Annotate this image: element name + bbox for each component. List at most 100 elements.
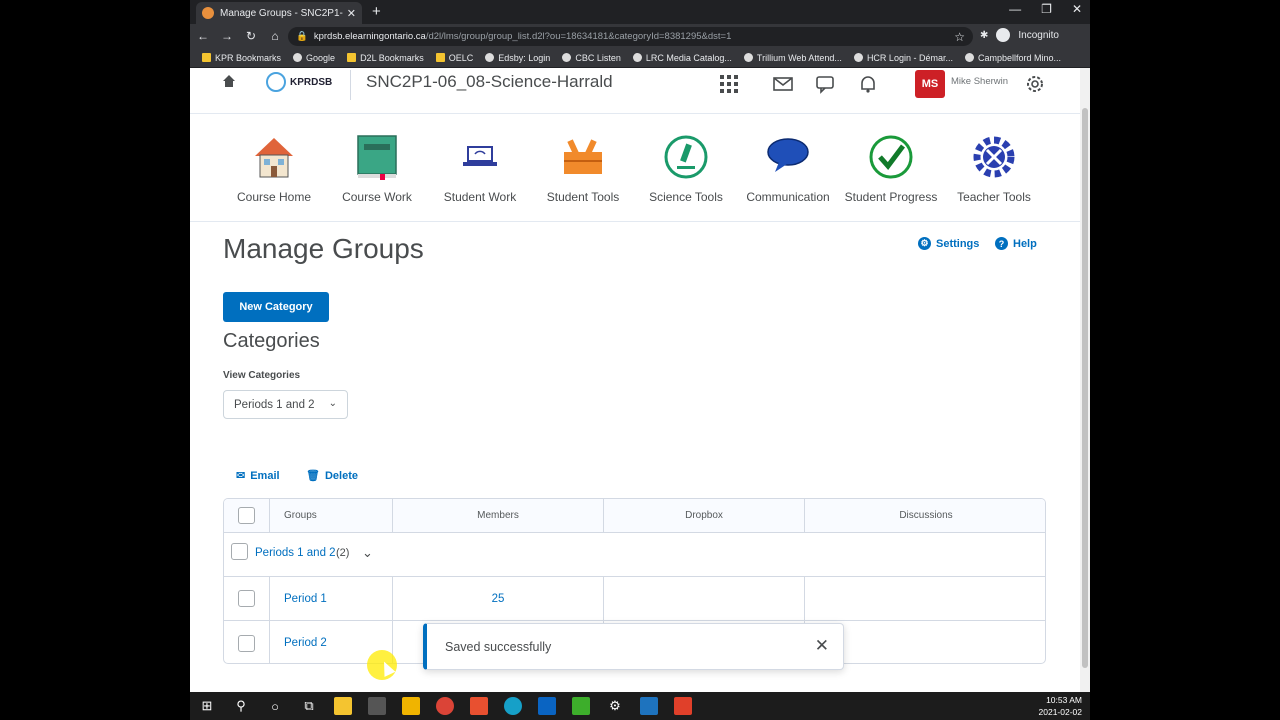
help-icon: ?: [995, 237, 1008, 250]
chat-icon[interactable]: [815, 74, 835, 94]
bookmark-star-icon[interactable]: ☆: [954, 30, 965, 44]
camtasia-recorder-icon[interactable]: [666, 692, 700, 720]
new-category-button[interactable]: New Category: [223, 292, 329, 322]
new-tab-icon[interactable]: +: [372, 3, 381, 20]
search-icon[interactable]: ⚲: [224, 692, 258, 720]
snagit-icon[interactable]: [462, 692, 496, 720]
row-checkbox[interactable]: [238, 634, 255, 652]
bookmark-item[interactable]: D2L Bookmarks: [347, 53, 424, 63]
outlook-icon[interactable]: [530, 692, 564, 720]
skype-icon[interactable]: [632, 692, 666, 720]
camtasia-icon[interactable]: [564, 692, 598, 720]
column-header-groups[interactable]: Groups: [270, 499, 393, 532]
group-link[interactable]: Period 1: [284, 593, 327, 605]
home-icon[interactable]: [222, 74, 236, 88]
home-icon[interactable]: ⌂: [264, 29, 286, 43]
tool-student-work[interactable]: Student Work: [430, 134, 530, 204]
view-categories-label: View Categories: [223, 370, 301, 381]
campbellford-icon: [964, 53, 974, 62]
extensions-icon[interactable]: ✱: [980, 30, 988, 41]
waffle-icon[interactable]: [719, 74, 739, 94]
scrollbar[interactable]: [1080, 68, 1090, 692]
bookmark-item[interactable]: OELC: [435, 53, 473, 63]
view-categories-select[interactable]: Periods 1 and 2 ⌄: [223, 390, 348, 419]
bookmark-item[interactable]: Campbellford Mino...: [964, 53, 1061, 63]
group-link[interactable]: Period 2: [284, 637, 327, 649]
tool-course-work[interactable]: Course Work: [327, 134, 427, 204]
course-name[interactable]: SNC2P1-06_08-Science-Harrald: [366, 72, 613, 92]
forward-icon[interactable]: →: [216, 29, 238, 43]
user-name[interactable]: Mike Sherwin: [951, 76, 1008, 87]
toolbox-icon: [564, 139, 602, 174]
column-header-members: Members: [393, 499, 604, 532]
mail-icon: ✉: [236, 470, 246, 482]
toolbar-right: ✱ Incognito ⋮: [980, 28, 1090, 42]
kprdsb-logo[interactable]: KPRDSB: [266, 72, 332, 92]
app-icon[interactable]: [360, 692, 394, 720]
address-bar[interactable]: 🔒 kprdsb.elearningontario.ca /d2l/lms/gr…: [288, 27, 973, 46]
category-count: (2): [336, 547, 350, 559]
back-icon[interactable]: ←: [192, 29, 214, 43]
avatar[interactable]: MS: [915, 70, 945, 98]
browser-tab[interactable]: Manage Groups - SNC2P1-06_08 ✕: [196, 2, 362, 24]
clock-time: 10:53 AM: [1046, 695, 1082, 705]
tool-student-tools[interactable]: Student Tools: [533, 134, 633, 204]
scrollbar-thumb[interactable]: [1082, 108, 1088, 668]
browser-icon[interactable]: [496, 692, 530, 720]
page-content: KPRDSB SNC2P1-06_08-Science-Harrald MS M…: [190, 68, 1080, 692]
help-link[interactable]: ? Help: [995, 237, 1037, 250]
bookmark-item[interactable]: HCR Login - Démar...: [853, 53, 953, 63]
url-path: /d2l/lms/group/group_list.d2l?ou=1863418…: [425, 31, 732, 42]
tool-student-progress[interactable]: Student Progress: [841, 134, 941, 204]
settings-link[interactable]: ⚙ Settings: [918, 237, 979, 250]
minimize-icon[interactable]: —: [1009, 2, 1021, 16]
file-explorer-icon[interactable]: [326, 692, 360, 720]
incognito-icon[interactable]: [996, 28, 1011, 42]
chevron-down-icon[interactable]: ⌄: [362, 545, 373, 561]
cortana-icon[interactable]: ○: [258, 692, 292, 720]
mail-icon[interactable]: [773, 74, 793, 94]
tool-label: Science Tools: [649, 190, 723, 204]
restore-icon[interactable]: ❐: [1041, 2, 1052, 16]
folder-icon: [435, 53, 445, 62]
row-checkbox[interactable]: [238, 590, 255, 607]
bookmark-item[interactable]: LRC Media Catalog...: [632, 53, 732, 63]
close-tab-icon[interactable]: ✕: [347, 7, 356, 20]
delete-button[interactable]: 🗑 Delete: [306, 469, 358, 483]
bell-icon[interactable]: [858, 74, 878, 94]
system-clock[interactable]: 10:53 AM 2021-02-02: [1039, 694, 1082, 718]
bookmark-item[interactable]: Trillium Web Attend...: [743, 53, 842, 63]
tool-communication[interactable]: Communication: [738, 134, 838, 204]
gear-icon[interactable]: [1025, 74, 1045, 94]
tool-teacher-tools[interactable]: Teacher Tools: [944, 134, 1044, 204]
house-icon: [255, 138, 293, 178]
page-title: Manage Groups: [223, 233, 424, 264]
reload-icon[interactable]: ↻: [240, 29, 262, 43]
close-window-icon[interactable]: ✕: [1072, 2, 1082, 16]
tab-title: Manage Groups - SNC2P1-06_08: [220, 7, 343, 19]
url-host: kprdsb.elearningontario.ca: [313, 31, 426, 42]
email-button[interactable]: ✉ Email: [236, 469, 280, 483]
select-all-checkbox[interactable]: [238, 507, 255, 524]
tool-science-tools[interactable]: Science Tools: [636, 134, 736, 204]
task-view-icon[interactable]: ⧉: [292, 692, 326, 720]
category-checkbox[interactable]: [231, 543, 248, 560]
bookmark-item[interactable]: Edsby: Login: [485, 53, 550, 63]
close-icon[interactable]: ✕: [815, 636, 829, 656]
members-link[interactable]: 25: [492, 593, 505, 605]
members-cell: 25: [393, 577, 604, 620]
chrome-icon[interactable]: [428, 692, 462, 720]
sticky-notes-icon[interactable]: [394, 692, 428, 720]
tool-course-home[interactable]: Course Home: [224, 134, 324, 204]
bookmark-item[interactable]: KPR Bookmarks: [202, 53, 281, 63]
incognito-label: Incognito: [1018, 29, 1059, 41]
laptop-icon: [463, 146, 497, 166]
tool-label: Course Home: [236, 190, 312, 204]
menu-icon[interactable]: ⋮: [1087, 30, 1090, 41]
settings-icon[interactable]: ⚙: [598, 692, 632, 720]
bookmark-item[interactable]: Google: [293, 53, 335, 63]
bookmark-item[interactable]: CBC Listen: [562, 53, 621, 63]
table-header-row: Groups Members Dropbox Discussions: [224, 499, 1045, 533]
windows-start-icon[interactable]: ⊞: [190, 692, 224, 720]
category-link[interactable]: Periods 1 and 2: [255, 547, 336, 559]
